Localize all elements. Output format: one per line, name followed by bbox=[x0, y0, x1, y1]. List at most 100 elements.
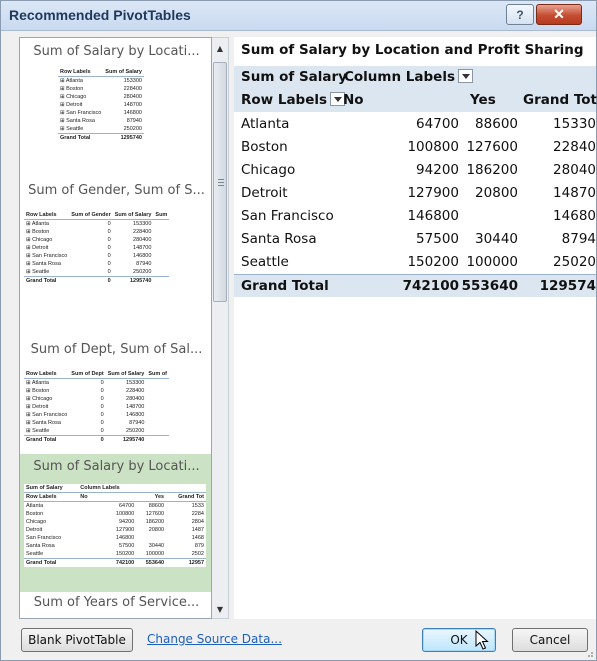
mini-header: Yes bbox=[136, 492, 167, 502]
cell-no: 127900 bbox=[407, 185, 459, 201]
recommendation-title: Sum of Salary by Locati... bbox=[33, 44, 200, 59]
mini-cell: Grand Total bbox=[24, 435, 70, 444]
recommendation-item-salary-by-location[interactable]: Sum of Salary by Locati... Row Labels Sum… bbox=[20, 38, 211, 183]
mini-cell: 146800 bbox=[133, 253, 152, 259]
mini-cell: ⊞ Boston bbox=[60, 86, 84, 92]
mini-header: Row Labels bbox=[58, 68, 104, 77]
mini-cell: 153300 bbox=[123, 78, 142, 84]
mini-cell: 146800 bbox=[126, 412, 145, 418]
grip-icon bbox=[218, 182, 224, 183]
cell-yes: 127600 bbox=[466, 139, 518, 155]
cell-no: 150200 bbox=[407, 254, 459, 270]
mini-cell: ⊞ Seattle bbox=[26, 269, 50, 275]
grip-icon bbox=[218, 179, 224, 180]
mini-cell: 88600 bbox=[148, 503, 165, 509]
resize-grip-icon[interactable] bbox=[584, 648, 594, 658]
cell-total: 14680 bbox=[553, 208, 596, 224]
cell-yes: 186200 bbox=[466, 162, 518, 178]
recommendation-title: Sum of Gender, Sum of S... bbox=[28, 183, 205, 198]
preview-header-row-1: Sum of Salary Column Labels bbox=[234, 66, 596, 89]
recommendation-item-salary-by-location-profit-sharing[interactable]: Sum of Salary by Locati... Sum of Salary… bbox=[20, 454, 211, 592]
mini-cell: 153300 bbox=[133, 221, 152, 227]
mini-cell: 742100 bbox=[78, 558, 137, 567]
mini-cell: ⊞ Atlanta bbox=[60, 78, 83, 84]
scroll-thumb[interactable] bbox=[213, 62, 227, 302]
scroll-up-icon[interactable]: ▲ bbox=[212, 40, 228, 56]
mini-header: Column Labels bbox=[78, 484, 137, 493]
mini-cell: 553640 bbox=[136, 558, 167, 567]
mini-cell: 280400 bbox=[133, 237, 152, 243]
mini-header: Sum of Salary bbox=[24, 484, 79, 493]
table-row: Boston 100800 127600 22840 bbox=[234, 136, 596, 159]
column-filter-dropdown-icon[interactable] bbox=[458, 69, 473, 83]
mini-cell: 0 bbox=[100, 404, 104, 410]
mini-cell: 2284 bbox=[191, 511, 204, 517]
mini-cell: 0 bbox=[100, 396, 104, 402]
mini-cell: ⊞ Boston bbox=[26, 388, 50, 394]
mini-cell: ⊞ Detroit bbox=[60, 102, 83, 108]
row-labels-header: Row Labels bbox=[241, 92, 346, 108]
mini-cell: 0 bbox=[69, 435, 106, 444]
mini-cell: 2502 bbox=[191, 551, 204, 557]
mini-cell: 57500 bbox=[118, 543, 135, 549]
recommendation-item-years-of-service[interactable]: Sum of Years of Service... bbox=[20, 592, 211, 618]
row-label: Seattle bbox=[241, 254, 289, 270]
mini-cell: 228400 bbox=[133, 229, 152, 235]
mini-pivot-table: Row Labels Sum of Salary ⊞ Atlanta 153300 … bbox=[58, 68, 144, 142]
mini-cell: 1533 bbox=[191, 503, 204, 509]
mini-cell: 0 bbox=[100, 388, 104, 394]
row-label: Atlanta bbox=[241, 116, 290, 132]
mini-header: Sum of bbox=[146, 370, 170, 379]
grand-total-row: Grand Total 742100 553640 129574 bbox=[234, 274, 596, 297]
recommendation-title: Sum of Salary by Locati... bbox=[33, 459, 200, 474]
blank-pivottable-button[interactable]: Blank PivotTable bbox=[21, 628, 133, 652]
mini-cell: ⊞ Detroit bbox=[26, 245, 49, 251]
recommendation-item-gender-salary[interactable]: Sum of Gender, Sum of S... Row Labels Sum… bbox=[20, 183, 211, 338]
mini-cell: Grand Total bbox=[24, 276, 70, 285]
mini-cell: 64700 bbox=[118, 503, 135, 509]
cell-total: 28040 bbox=[553, 162, 596, 178]
mini-cell: 0 bbox=[107, 237, 111, 243]
table-row: Detroit 127900 20800 14870 bbox=[234, 182, 596, 205]
help-icon: ? bbox=[516, 7, 524, 22]
mini-cell: 30440 bbox=[148, 543, 165, 549]
mini-cell: 100000 bbox=[145, 551, 165, 557]
mini-cell: Boston bbox=[26, 511, 44, 517]
table-row: San Francisco 146800 14680 bbox=[234, 205, 596, 228]
mini-header: Row Labels bbox=[24, 370, 70, 379]
mini-cell: 228400 bbox=[123, 86, 142, 92]
mini-cell: San Francisco bbox=[26, 535, 62, 541]
mini-cell: 148700 bbox=[123, 102, 142, 108]
column-labels-header: Column Labels bbox=[344, 69, 473, 85]
mini-cell: 250200 bbox=[126, 428, 145, 434]
mini-header: Sum of Salary bbox=[105, 370, 147, 379]
cell-total: 15330 bbox=[553, 116, 596, 132]
mini-cell: 100800 bbox=[115, 511, 135, 517]
cancel-button[interactable]: Cancel bbox=[512, 628, 588, 652]
change-source-data-link[interactable]: Change Source Data... bbox=[147, 632, 282, 646]
mini-cell: 87940 bbox=[126, 118, 142, 124]
cell-total: 25020 bbox=[553, 254, 596, 270]
mini-cell: 280400 bbox=[126, 396, 145, 402]
mini-cell: 150200 bbox=[115, 551, 135, 557]
mini-cell: ⊞ Seattle bbox=[26, 428, 50, 434]
close-icon: ✕ bbox=[553, 6, 565, 22]
mini-cell: 0 bbox=[107, 253, 111, 259]
mini-cell: 148700 bbox=[126, 404, 145, 410]
mini-cell: 127600 bbox=[145, 511, 165, 517]
mini-cell: 0 bbox=[100, 428, 104, 434]
close-button[interactable]: ✕ bbox=[536, 4, 582, 25]
mini-header: Sum of Gender bbox=[69, 211, 113, 220]
list-scrollbar[interactable]: ▲ ▼ bbox=[212, 37, 229, 619]
mini-cell: ⊞ Chicago bbox=[26, 396, 53, 402]
recommendation-list[interactable]: Sum of Salary by Locati... Row Labels Sum… bbox=[19, 37, 212, 619]
mini-header: Sum of Salary bbox=[103, 68, 144, 77]
title-bar[interactable]: Recommended PivotTables ? ✕ bbox=[1, 1, 596, 31]
mini-header: Sum of Salary bbox=[112, 211, 154, 220]
mini-cell: Atlanta bbox=[26, 503, 44, 509]
scroll-down-icon[interactable]: ▼ bbox=[212, 601, 228, 617]
mini-cell: 146800 bbox=[123, 110, 142, 116]
help-button[interactable]: ? bbox=[506, 4, 534, 25]
mini-cell: ⊞ Chicago bbox=[60, 94, 87, 100]
cell-no: 57500 bbox=[416, 231, 459, 247]
